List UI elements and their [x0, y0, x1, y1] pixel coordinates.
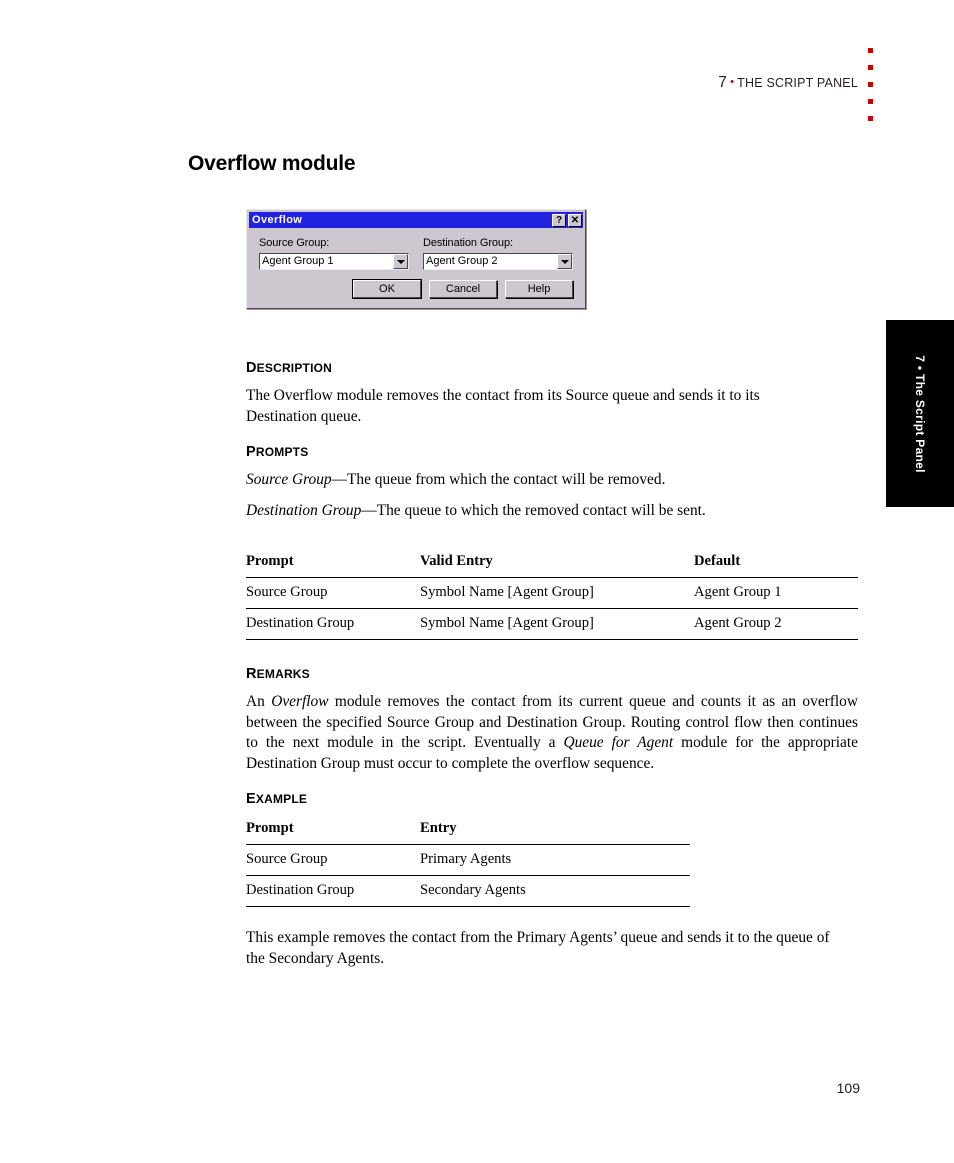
cancel-button[interactable]: Cancel	[429, 280, 497, 298]
chapter-thumb-tab-label: 7 • The Script Panel	[913, 354, 927, 473]
example-table: Prompt Entry Source Group Primary Agents…	[246, 820, 690, 907]
table-row: Destination Group Secondary Agents	[246, 875, 690, 907]
help-button[interactable]: Help	[505, 280, 573, 298]
page-number: 109	[836, 1080, 860, 1096]
header-chapter-number: 7	[718, 74, 728, 91]
heading-remarks: REMARKS	[246, 665, 310, 683]
table-row: Source Group Primary Agents	[246, 844, 690, 876]
chevron-down-icon[interactable]	[393, 254, 408, 269]
destination-group-value: Agent Group 2	[426, 255, 498, 267]
table-header-row: Prompt Entry	[246, 820, 690, 845]
heading-description-rest: ESCRIPTION	[256, 361, 333, 375]
table-row: Destination Group Symbol Name [Agent Gro…	[246, 608, 858, 640]
source-group-label: Source Group:	[259, 237, 330, 249]
header-dot-icon	[868, 116, 873, 121]
source-group-field: Source Group: Agent Group 1	[259, 237, 409, 270]
cell-valid-entry: Symbol Name [Agent Group]	[420, 577, 694, 609]
heading-prompts-rest: ROMPTS	[255, 445, 309, 459]
destination-group-field: Destination Group: Agent Group 2	[423, 237, 573, 270]
dialog-button-row: OK Cancel Help	[247, 270, 585, 308]
column-header-entry: Entry	[420, 820, 690, 845]
dialog-title: Overflow	[252, 214, 303, 226]
header-dot-decoration	[868, 48, 888, 133]
cell-prompt: Source Group	[246, 577, 420, 609]
chapter-thumb-tab: 7 • The Script Panel	[886, 320, 954, 507]
heading-example-rest: XAMPLE	[255, 792, 308, 806]
dialog-fields: Source Group: Agent Group 1 Destination …	[259, 237, 573, 270]
example-closing-paragraph: This example removes the contact from th…	[246, 929, 830, 967]
remarks-italic-overflow: Overflow	[271, 693, 329, 710]
heading-remarks-cap: R	[246, 666, 257, 682]
table-header-row: Prompt Valid Entry Default	[246, 553, 858, 578]
prompt-definition-source-group: Source Group—The queue from which the co…	[246, 470, 846, 491]
column-header-valid-entry: Valid Entry	[420, 553, 694, 578]
heading-prompts: PROMPTS	[246, 443, 308, 461]
source-group-value: Agent Group 1	[262, 255, 334, 267]
cell-entry: Secondary Agents	[420, 875, 690, 907]
header-dot-icon	[868, 82, 873, 87]
header-dot-icon	[868, 99, 873, 104]
heading-remarks-rest: EMARKS	[256, 667, 310, 681]
dialog-titlebar: Overflow ? ✕	[249, 212, 583, 228]
remarks-italic-queue-for-agent: Queue for Agent	[563, 734, 674, 751]
ok-button[interactable]: OK	[352, 279, 422, 299]
close-icon[interactable]: ✕	[568, 213, 582, 227]
overflow-dialog-screenshot: Overflow ? ✕ Source Group: Agent Group 1…	[246, 209, 586, 309]
dialog-titlebar-buttons: ? ✕	[552, 213, 583, 227]
running-header: 7 • The Script Panel	[0, 74, 858, 92]
chevron-down-icon[interactable]	[557, 254, 572, 269]
header-dot-icon	[868, 65, 873, 70]
prompt-term-destination-group: Destination Group	[246, 502, 362, 519]
cell-prompt: Source Group	[246, 844, 420, 876]
cell-prompt: Destination Group	[246, 875, 420, 907]
heading-example: EXAMPLE	[246, 790, 307, 808]
cell-entry: Primary Agents	[420, 844, 690, 876]
help-icon[interactable]: ?	[552, 213, 566, 227]
prompt-dash: —	[331, 471, 348, 488]
source-group-combobox[interactable]: Agent Group 1	[259, 253, 409, 270]
remarks-text-part1: An	[246, 693, 272, 710]
header-bullet-icon: •	[730, 76, 735, 88]
prompt-dash: —	[361, 502, 377, 519]
prompt-term-source-group: Source Group	[246, 471, 332, 488]
cell-prompt: Destination Group	[246, 608, 420, 640]
prompts-table: Prompt Valid Entry Default Source Group …	[246, 553, 858, 640]
prompt-definition-destination-group: Destination Group—The queue to which the…	[246, 501, 846, 522]
page-title: Overflow module	[188, 152, 356, 175]
heading-prompts-cap: P	[246, 444, 256, 460]
table-row: Source Group Symbol Name [Agent Group] A…	[246, 577, 858, 609]
destination-group-label: Destination Group:	[423, 237, 513, 249]
dialog-body: Source Group: Agent Group 1 Destination …	[247, 228, 585, 270]
column-header-default: Default	[694, 553, 858, 578]
description-paragraph: The Overflow module removes the contact …	[246, 387, 760, 425]
header-chapter-title: The Script Panel	[737, 76, 858, 90]
destination-group-combobox[interactable]: Agent Group 2	[423, 253, 573, 270]
remarks-paragraph: An Overflow module removes the contact f…	[246, 692, 858, 774]
heading-description-cap: D	[246, 360, 257, 376]
cell-default: Agent Group 1	[694, 577, 858, 609]
heading-example-cap: E	[246, 791, 256, 807]
column-header-prompt: Prompt	[246, 553, 420, 578]
cell-default: Agent Group 2	[694, 608, 858, 640]
header-dot-icon	[868, 48, 873, 53]
prompt-definition-text: The queue from which the contact will be…	[347, 471, 666, 488]
column-header-prompt: Prompt	[246, 820, 420, 845]
prompt-definition-text: The queue to which the removed contact w…	[376, 502, 706, 519]
cell-valid-entry: Symbol Name [Agent Group]	[420, 608, 694, 640]
heading-description: DESCRIPTION	[246, 359, 332, 377]
